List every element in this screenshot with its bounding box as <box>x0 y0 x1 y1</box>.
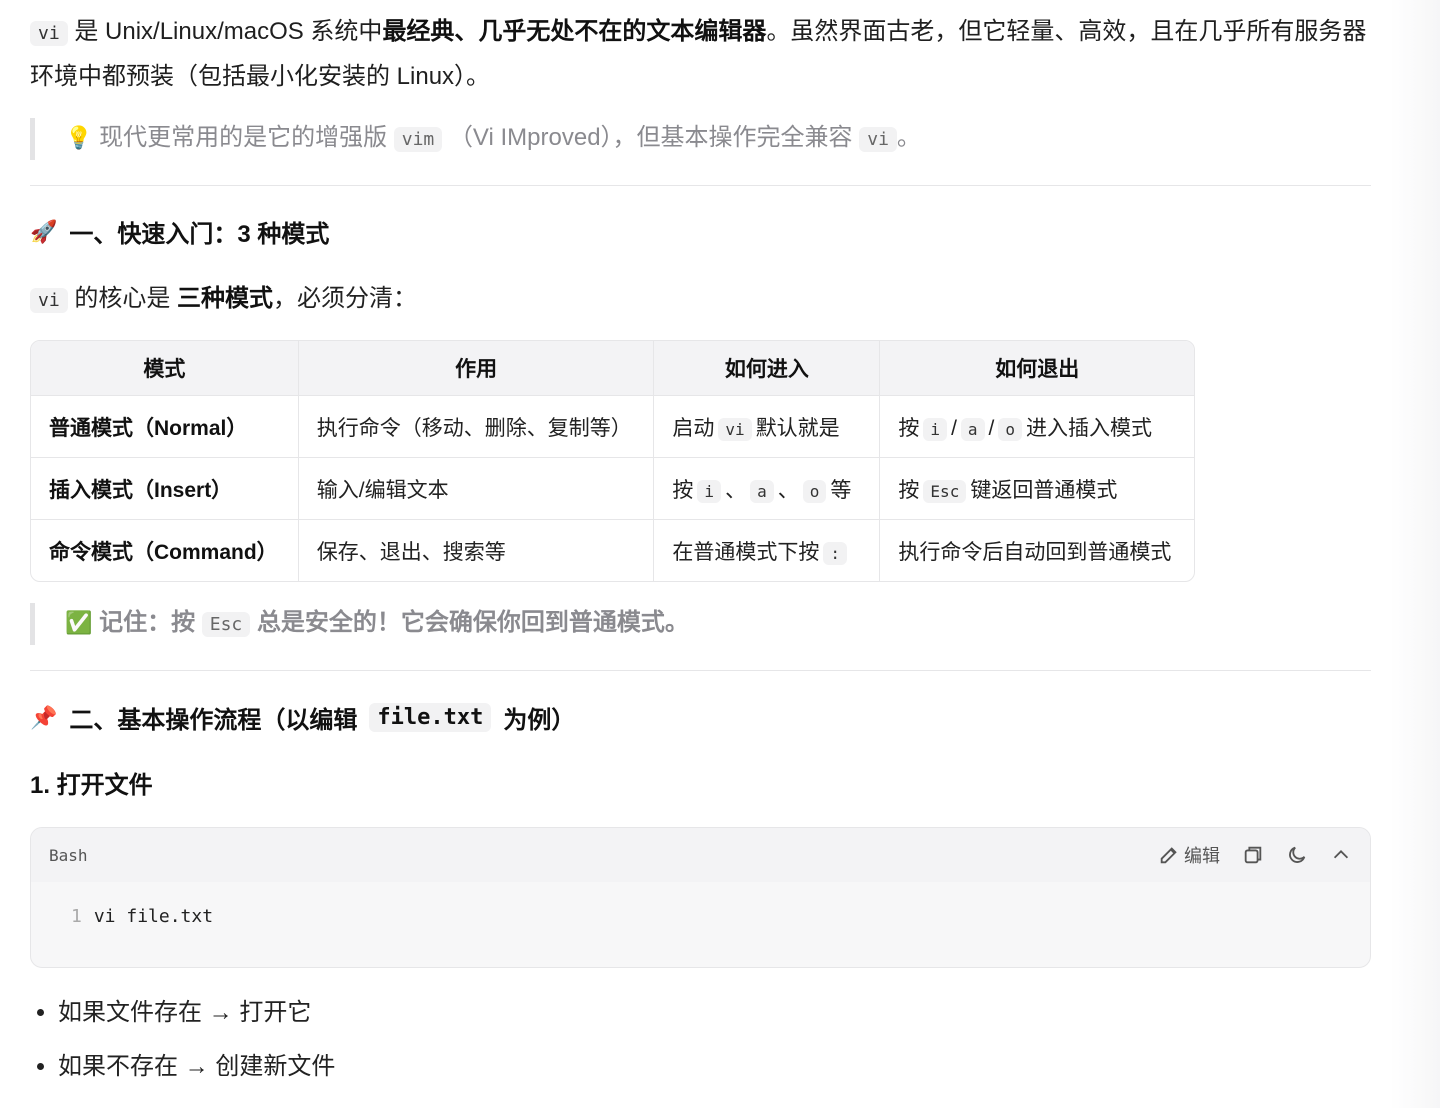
table-row: 插入模式（Insert） 输入/编辑文本 按 i、 a、 o 等 按 Esc 键返回普通模式 <box>31 457 1194 519</box>
chevron-up-icon <box>1333 850 1349 859</box>
moon-icon <box>1289 846 1306 863</box>
inline-code: vi <box>30 288 68 313</box>
table-header-cell: 模式 <box>31 341 299 395</box>
code-block-body: 1 vi file.txt <box>31 882 1370 951</box>
list-item: 如果不存在 → 创建新文件 <box>58 1044 335 1098</box>
table-cell-mode: 命令模式（Command） <box>31 519 299 581</box>
table-cell-enter: 启动 vi 默认就是 <box>654 395 881 457</box>
table-header-row: 模式 作用 如何进入 如何退出 <box>31 341 1194 395</box>
edit-button[interactable]: 编辑 <box>1158 842 1220 868</box>
rocket-icon: 🚀 <box>30 218 58 244</box>
table-cell-enter: 按 i、 a、 o 等 <box>654 457 881 519</box>
table-header-cell: 如何退出 <box>880 341 1194 395</box>
divider <box>30 185 1371 186</box>
copy-icon <box>1244 846 1262 864</box>
line-number: 1 <box>71 906 82 927</box>
code-language-label: Bash <box>49 845 88 865</box>
table-cell-purpose: 执行命令（移动、删除、复制等） <box>298 395 655 457</box>
inline-code: vi <box>859 127 897 152</box>
table-row: 普通模式（Normal） 执行命令（移动、删除、复制等） 启动 vi 默认就是 按i… <box>31 395 1194 457</box>
pushpin-icon: 📌 <box>30 704 58 730</box>
check-box-icon: ✅ <box>65 610 93 635</box>
theme-toggle-button[interactable] <box>1286 844 1308 866</box>
divider <box>30 670 1371 671</box>
intro-bold: 最经典、几乎无处不在的文本编辑器 <box>382 18 767 45</box>
inline-code: vi <box>30 21 68 46</box>
right-edge-shade <box>1390 0 1440 1108</box>
collapse-button[interactable] <box>1330 844 1352 866</box>
code-block-header: Bash 编辑 <box>31 828 1370 882</box>
section-heading-workflow: 📌 二、基本操作流程（以编辑 file.txt 为例） <box>30 703 576 734</box>
table-header-cell: 如何进入 <box>654 341 881 395</box>
code-block-toolbar: 编辑 <box>1158 842 1352 868</box>
bullet-list: 如果文件存在 → 打开它 如果不存在 → 创建新文件 <box>30 990 335 1098</box>
copy-button[interactable] <box>1242 844 1264 866</box>
lightbulb-icon: 💡 <box>65 125 93 150</box>
modes-table: 模式 作用 如何进入 如何退出 普通模式（Normal） 执行命令（移动、删除、… <box>30 340 1195 582</box>
list-item: 如果文件存在 → 打开它 <box>58 990 335 1044</box>
table-cell-mode: 普通模式（Normal） <box>31 395 299 457</box>
table-cell-purpose: 输入/编辑文本 <box>298 457 655 519</box>
table-cell-exit: 按 i / a / o 进入插入模式 <box>880 395 1194 457</box>
table-cell-purpose: 保存、退出、搜索等 <box>298 519 655 581</box>
intro-paragraph: vi 是 Unix/Linux/macOS 系统中最经典、几乎无处不在的文本编辑… <box>30 18 1367 90</box>
table-cell-enter: 在普通模式下按: <box>654 519 881 581</box>
pencil-icon <box>1160 847 1177 864</box>
code-block: Bash 编辑 1 vi file.txt <box>30 827 1371 968</box>
code-line: vi file.txt <box>93 906 214 927</box>
table-cell-mode: 插入模式（Insert） <box>31 457 299 519</box>
core-paragraph: vi 的核心是 三种模式，必须分清： <box>30 278 417 313</box>
table-cell-exit: 按 Esc 键返回普通模式 <box>880 457 1194 519</box>
table-header-cell: 作用 <box>298 341 655 395</box>
table-row: 命令模式（Command） 保存、退出、搜索等 在普通模式下按: 执行命令后自动… <box>31 519 1194 581</box>
section-heading-modes: 🚀 一、快速入门：3 种模式 <box>30 218 330 249</box>
step-heading: 1. 打开文件 <box>30 772 153 799</box>
tip-quote-esc: ✅ 记住：按 Esc 总是安全的！它会确保你回到普通模式。 <box>30 603 1371 645</box>
tip-quote: 💡 现代更常用的是它的增强版 vim （Vi IMproved），但基本操作完全… <box>30 118 1371 160</box>
inline-code: vim <box>393 127 443 152</box>
inline-code: Esc <box>201 612 251 637</box>
table-cell-exit: 执行命令后自动回到普通模式 <box>880 519 1194 581</box>
